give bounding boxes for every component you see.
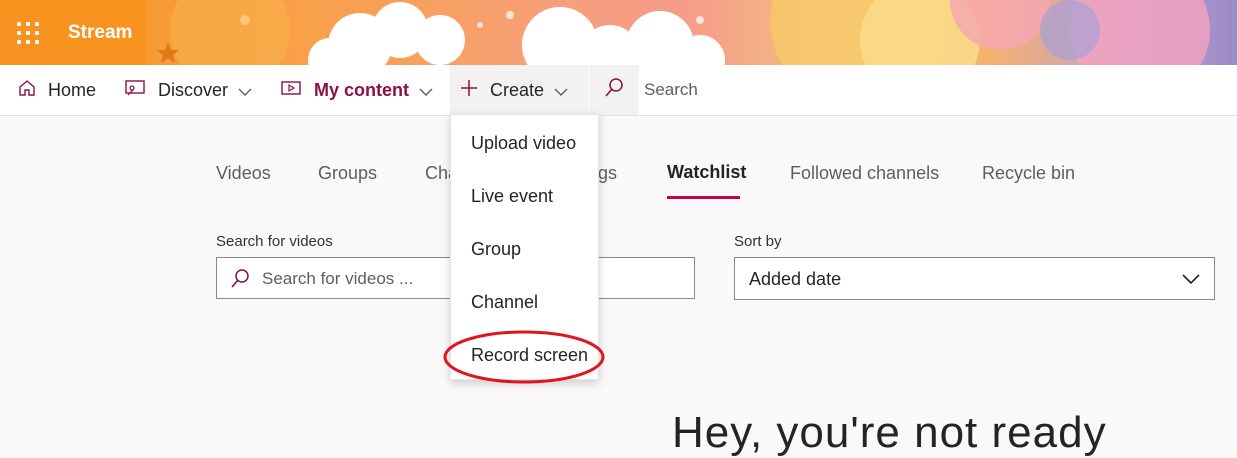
sort-by-label: Sort by [734,233,782,250]
chevron-down-icon [554,80,568,101]
nav-create[interactable]: Create [450,65,588,115]
top-nav: Home Discover My content Create Search [0,65,1237,116]
nav-my-content-label: My content [314,79,410,100]
nav-create-label: Create [490,79,545,100]
tab-recycle-bin[interactable]: Recycle bin [982,163,1075,184]
menu-item-channel[interactable]: Channel [471,292,538,313]
home-icon [18,79,36,102]
nav-my-content[interactable]: My content [280,65,433,115]
chevron-down-icon [419,80,433,101]
tab-meetings[interactable]: gs [598,163,617,184]
search-videos-placeholder: Search for videos ... [262,269,414,288]
nav-home[interactable]: Home [18,65,96,115]
nav-discover-label: Discover [158,79,229,100]
discover-icon [124,79,146,102]
tab-followed-channels[interactable]: Followed channels [790,163,939,184]
nav-home-label: Home [48,79,97,100]
search-icon [603,77,625,104]
menu-item-group[interactable]: Group [471,239,521,260]
highlight-ellipse [443,330,605,384]
brand-block: Stream [0,0,147,65]
nav-search: Search [589,65,698,115]
sort-by-dropdown[interactable]: Added date [734,257,1215,300]
plus-icon [460,79,478,102]
empty-state-heading: Hey, you're not ready [672,408,1107,457]
active-tab-indicator [667,196,740,199]
content-tabs: Videos Groups Cha gs Watchlist Followed … [0,160,1237,200]
tab-videos[interactable]: Videos [216,163,271,184]
chevron-down-icon [1182,272,1200,290]
search-label[interactable]: Search [644,80,698,100]
chevron-down-icon [238,80,252,101]
app-name[interactable]: Stream [68,22,132,44]
search-icon [229,268,251,295]
video-icon [280,79,302,102]
app-launcher-icon[interactable] [17,22,39,44]
banner-artwork [157,0,1210,65]
search-videos-label: Search for videos [216,233,333,250]
menu-item-live-event[interactable]: Live event [471,186,553,207]
menu-item-upload-video[interactable]: Upload video [471,133,576,154]
sort-by-value: Added date [749,269,842,289]
tab-watchlist[interactable]: Watchlist [667,162,746,183]
header-banner: Stream [0,0,1237,65]
tab-groups[interactable]: Groups [318,163,377,184]
nav-discover[interactable]: Discover [124,65,252,115]
search-button[interactable] [589,65,639,115]
